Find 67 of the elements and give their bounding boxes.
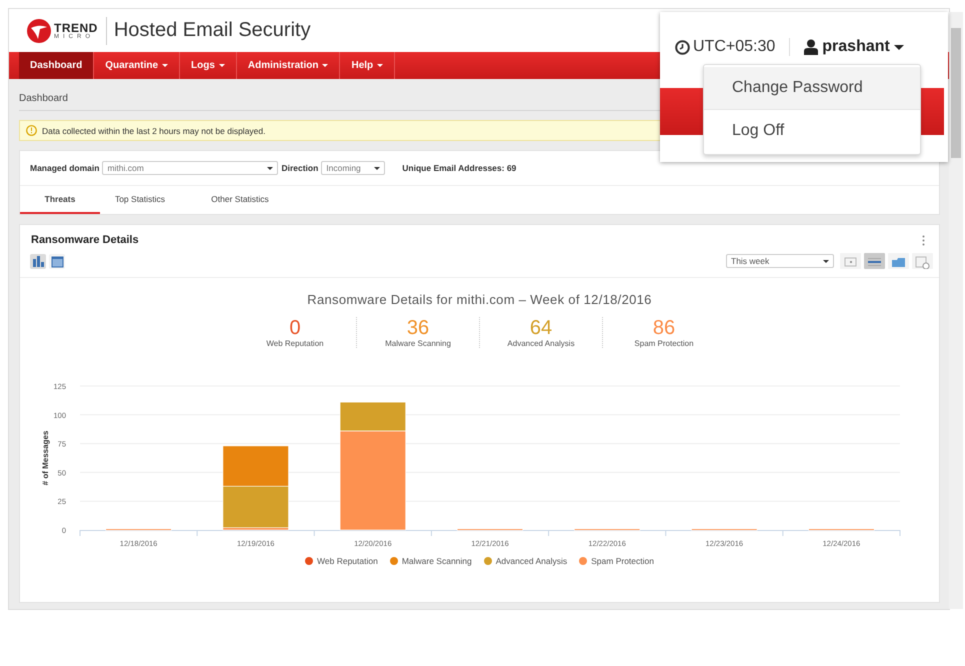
unique-count: Unique Email Addresses: 69 — [402, 163, 516, 173]
breadcrumb: Dashboard — [19, 92, 68, 106]
more-icon — [922, 234, 925, 246]
nav-item[interactable]: Help — [340, 52, 396, 79]
legend-label[interactable]: Spam Protection — [591, 556, 654, 566]
user-menu-button[interactable]: prashant — [804, 38, 904, 56]
domain-select[interactable]: mithi.com — [102, 161, 278, 175]
clock-icon — [675, 40, 690, 54]
y-axis-title: # of Messages — [41, 430, 50, 486]
timezone-label: UTC+05:30 — [693, 38, 776, 56]
nav-item[interactable]: Administration — [236, 52, 340, 79]
bar-segment — [222, 446, 289, 487]
nav-item[interactable]: Logs — [180, 52, 237, 79]
caret-icon — [894, 44, 904, 50]
warning-icon — [26, 125, 37, 136]
stat-label: Malware Scanning — [385, 339, 451, 348]
chart-title: Ransomware Details for mithi.com – Week of 12/18/2016 — [307, 292, 652, 307]
bar-segment — [691, 528, 758, 531]
stat-label: Spam Protection — [634, 339, 694, 348]
field-label: Managed domain — [30, 163, 100, 173]
product-title: Hosted Email Security — [114, 19, 311, 42]
menu-item[interactable]: Log Off — [704, 109, 920, 152]
stat-value: 0 — [289, 317, 301, 339]
layout-button[interactable] — [840, 253, 861, 269]
layout-button[interactable] — [888, 253, 909, 269]
layout-button[interactable] — [864, 253, 885, 269]
legend-label[interactable]: Advanced Analysis — [496, 556, 568, 566]
caret-icon — [374, 166, 380, 170]
stat-value: 86 — [652, 317, 676, 339]
tab[interactable]: Other Statistics — [200, 186, 280, 214]
period-select[interactable]: This week — [726, 254, 834, 268]
legend-label[interactable]: Malware Scanning — [402, 556, 472, 566]
caret-icon — [377, 64, 384, 67]
direction-select[interactable]: Incoming — [321, 161, 386, 175]
notice-text: Data collected within the last 2 hours may not be displayed. — [42, 126, 266, 136]
table-icon — [50, 254, 64, 268]
nav-item[interactable]: Quarantine — [94, 52, 180, 79]
layout-button[interactable] — [912, 253, 933, 269]
bar-segment — [105, 528, 172, 531]
caret-icon — [823, 260, 829, 262]
field-label: Direction — [281, 163, 318, 173]
caret-icon — [267, 166, 274, 170]
stat-label: Web Reputation — [266, 339, 324, 348]
stat-value: 36 — [406, 317, 430, 339]
tab[interactable]: Top Statistics — [100, 186, 180, 214]
logo-icon — [27, 18, 51, 42]
caret-icon — [162, 64, 168, 67]
scrollbar[interactable] — [949, 12, 963, 609]
stat-value: 64 — [530, 317, 552, 339]
caret-icon — [218, 64, 225, 67]
bar-segment — [456, 528, 524, 531]
stat-label: Advanced Analysis — [507, 339, 575, 348]
view-button[interactable] — [49, 254, 65, 268]
caret-icon — [322, 64, 328, 67]
menu-item[interactable]: Change Password — [704, 67, 920, 109]
chart-icon — [30, 254, 46, 268]
nav-item[interactable]: Dashboard — [19, 52, 94, 79]
bar-segment — [808, 528, 875, 531]
scrollbar-thumb[interactable] — [951, 28, 961, 158]
widget-title: Ransomware Details — [31, 234, 139, 246]
window-icon — [914, 254, 931, 268]
bar-segment — [574, 528, 640, 531]
tab[interactable]: Threats — [20, 186, 100, 214]
legend-label[interactable]: Web Reputation — [317, 556, 378, 566]
logo-text: TREND — [54, 22, 98, 34]
user-icon — [804, 39, 818, 55]
view-button[interactable] — [30, 254, 46, 268]
